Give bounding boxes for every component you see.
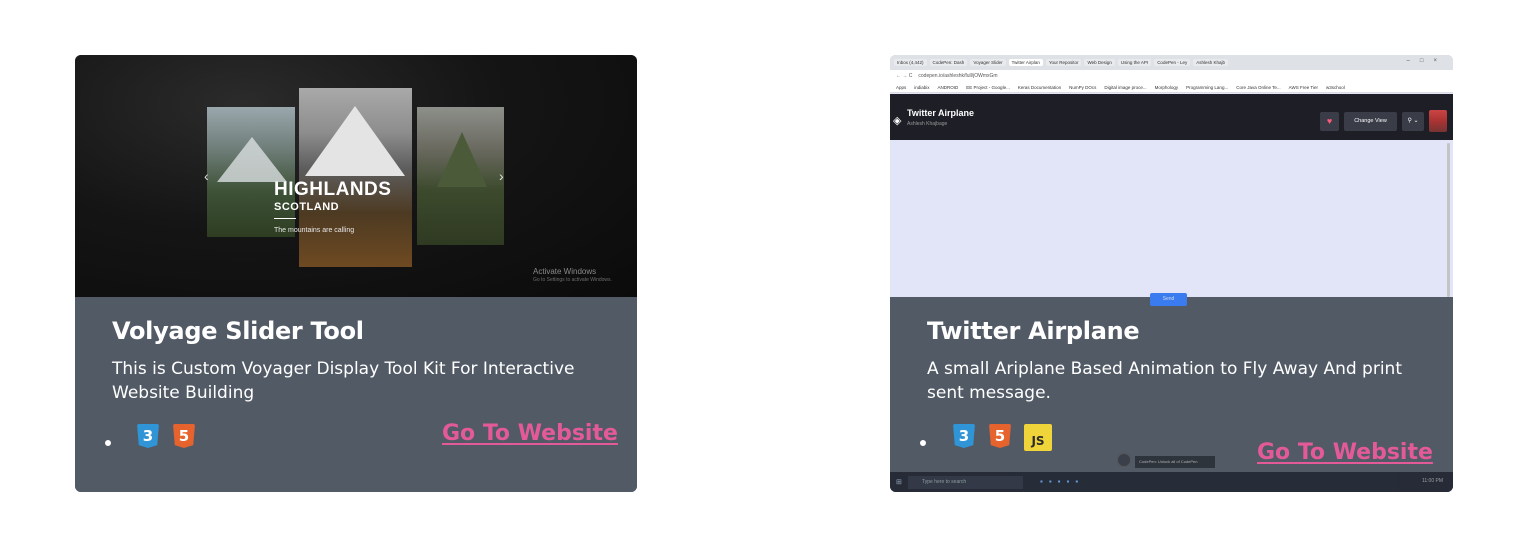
activate-windows-subtext: Go to Settings to activate Windows. <box>533 277 612 283</box>
tech-list-bullet <box>105 440 111 446</box>
notification-icon <box>1117 453 1131 467</box>
heart-icon: ♥ <box>1320 112 1339 131</box>
bookmark-item: indiabix <box>914 84 930 90</box>
browser-tab: CodePen - Ley <box>1154 59 1191 66</box>
js-icon: JS <box>1024 424 1052 451</box>
url-text: codepen.io/ashleshk/full/jOWmxGm <box>918 73 998 79</box>
slide-center-image <box>299 88 412 267</box>
bookmark-item: ANDROID <box>937 84 959 90</box>
slide-heading: HIGHLANDS <box>274 179 392 200</box>
browser-tab-active: Twitter Airplan <box>1008 59 1043 66</box>
pen-author: Ashlesh Khajbage <box>907 121 948 127</box>
windows-start-icon: ⊞ <box>896 479 902 486</box>
card-info-panel: Volyage Slider Tool This is Custom Voyag… <box>75 297 637 492</box>
card-title: Volyage Slider Tool <box>112 317 364 345</box>
bookmark-item: AWS Free Tier <box>1288 84 1318 90</box>
css3-icon: 3 <box>137 424 159 448</box>
browser-tab: CodePen: Dash <box>929 59 968 66</box>
bookmark-item: w3school <box>1326 84 1345 90</box>
taskbar-tray-time: 11:00 PM <box>1421 478 1443 484</box>
bookmarks-bar: Apps indiabix ANDROID EE Project - Googl… <box>890 82 1453 93</box>
activate-windows-watermark: Activate Windows <box>533 267 597 276</box>
card-description: This is Custom Voyager Display Tool Kit … <box>112 359 575 403</box>
change-view-button: Change View <box>1344 112 1397 131</box>
browser-tab: Voyager Slider <box>970 59 1006 66</box>
go-to-website-link[interactable]: Go To Website <box>442 421 618 446</box>
avatar <box>1429 110 1447 132</box>
bookmark-item: Keras Documentation <box>1017 84 1062 90</box>
twitter-airplane-preview-image: Inbox (4,442) CodePen: Dash Voyager Slid… <box>890 55 1453 297</box>
bookmark-item: Apps <box>896 84 907 90</box>
taskbar-search: Type here to search <box>908 476 1023 489</box>
windows-taskbar: ⊞ Type here to search ▪▪▪▪▪ 11:00 PM <box>890 472 1453 492</box>
nav-arrows-icon: ← → C <box>896 73 913 79</box>
bookmark-item: Morphology <box>1154 84 1179 90</box>
notification-toast: CodePen: Unlock all of CodePen <box>1135 456 1215 468</box>
css3-icon: 3 <box>953 424 975 448</box>
slide-right-image <box>417 107 504 245</box>
html5-icon: 5 <box>989 424 1011 448</box>
codepen-header: ◈ Twitter Airplane Ashlesh Khajbage ♥ Ch… <box>890 94 1453 140</box>
browser-tab: Web Design <box>1084 59 1115 66</box>
bookmark-item: Programming Lang... <box>1186 84 1229 90</box>
project-card-twitter-airplane: Inbox (4,442) CodePen: Dash Voyager Slid… <box>890 55 1453 492</box>
go-to-website-link[interactable]: Go To Website <box>1257 440 1433 465</box>
slide-tagline: The mountains are calling <box>274 227 355 234</box>
pen-title: Twitter Airplane <box>907 108 975 118</box>
codepen-logo-icon: ◈ <box>893 115 902 127</box>
window-controls-icon: –□× <box>1406 58 1447 64</box>
browser-tab: Your Repositor <box>1045 59 1082 66</box>
voyager-preview-image: HIGHLANDS SCOTLAND The mountains are cal… <box>75 55 637 297</box>
slide-subheading: SCOTLAND <box>274 201 340 213</box>
pin-icon: ⚲ ⌄ <box>1402 112 1424 131</box>
taskbar-apps-icon: ▪▪▪▪▪ <box>1040 477 1085 486</box>
tech-list-bullet <box>920 440 926 446</box>
browser-url-bar: ← → C codepen.io/ashleshk/full/jOWmxGm <box>890 70 1453 82</box>
card-title: Twitter Airplane <box>927 317 1140 345</box>
bookmark-item: Core Java Online Te... <box>1236 84 1281 90</box>
project-card-voyager: HIGHLANDS SCOTLAND The mountains are cal… <box>75 55 637 492</box>
bookmark-item: EE Project - Google... <box>966 84 1010 90</box>
html5-icon: 5 <box>173 424 195 448</box>
browser-tab-bar: Inbox (4,442) CodePen: Dash Voyager Slid… <box>890 55 1453 70</box>
card-info-panel: Send CodePen: Unlock all of CodePen ⊞ Ty… <box>890 293 1453 492</box>
browser-tab: Ashlesh Khajb <box>1193 59 1228 66</box>
card-description: A small Ariplane Based Animation to Fly … <box>927 359 1402 403</box>
prev-arrow-icon: ‹ <box>204 168 209 184</box>
send-button: Send <box>1150 293 1187 306</box>
bookmark-item: Digital image proce... <box>1104 84 1147 90</box>
browser-tab: Inbox (4,442) <box>894 59 927 66</box>
browser-tab: Using the API <box>1117 59 1152 66</box>
bookmark-item: NumPy DOcs <box>1069 84 1097 90</box>
slide-divider <box>274 218 296 219</box>
scrollbar <box>1447 143 1450 297</box>
next-arrow-icon: › <box>499 168 504 184</box>
